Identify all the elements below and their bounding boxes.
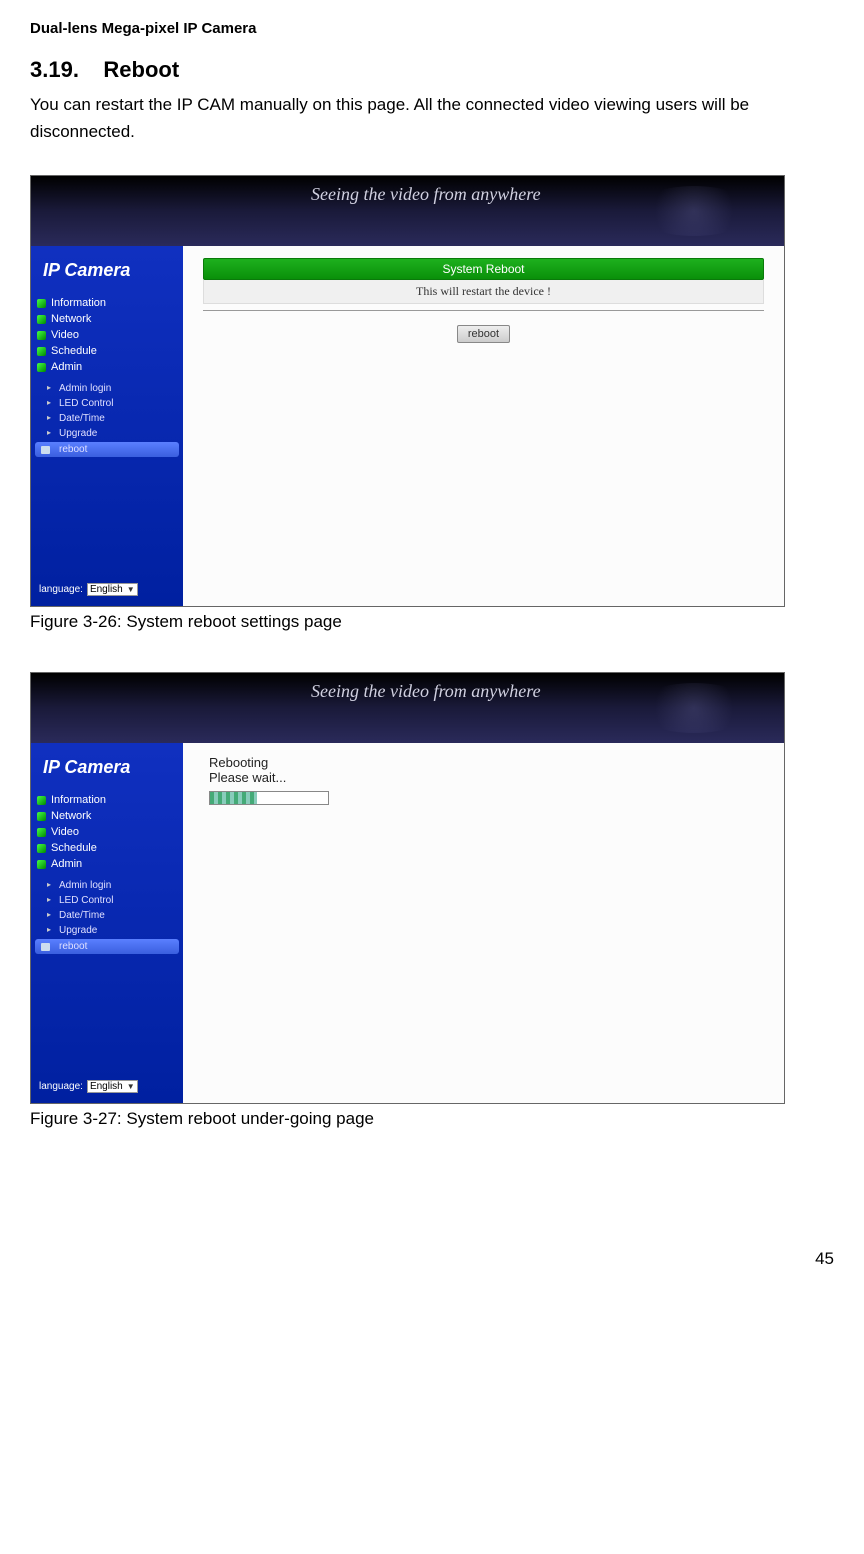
banner-fine-print — [311, 706, 784, 714]
chevron-down-icon: ▼ — [127, 585, 135, 594]
sidebar: IP Camera Information Network Video Sche… — [31, 246, 183, 606]
nav-admin[interactable]: Admin — [31, 856, 183, 872]
section-body: You can restart the IP CAM manually on t… — [30, 91, 834, 145]
nav-datetime[interactable]: Date/Time — [31, 908, 183, 923]
page-header: Dual-lens Mega-pixel IP Camera — [30, 20, 834, 37]
figure1-caption: Figure 3-26: System reboot settings page — [30, 612, 834, 632]
nav-information[interactable]: Information — [31, 295, 183, 311]
nav-upgrade[interactable]: Upgrade — [31, 923, 183, 938]
nav-admin[interactable]: Admin — [31, 359, 183, 375]
reboot-button[interactable]: reboot — [457, 325, 510, 343]
page-number: 45 — [30, 1249, 834, 1269]
nav-datetime[interactable]: Date/Time — [31, 411, 183, 426]
please-wait-label: Please wait... — [203, 770, 764, 785]
language-select[interactable]: English ▼ — [87, 583, 138, 596]
nav-reboot[interactable]: reboot — [35, 442, 179, 457]
logo: IP Camera — [31, 252, 183, 295]
chevron-down-icon: ▼ — [127, 1082, 135, 1091]
nav-led-control[interactable]: LED Control — [31, 396, 183, 411]
banner-tagline: Seeing the video from anywhere — [311, 184, 541, 204]
language-row: language: English ▼ — [39, 1080, 138, 1093]
figure2-caption: Figure 3-27: System reboot under-going p… — [30, 1109, 834, 1129]
nav-schedule[interactable]: Schedule — [31, 343, 183, 359]
nav-video[interactable]: Video — [31, 327, 183, 343]
sidebar: IP Camera Information Network Video Sche… — [31, 743, 183, 1103]
logo: IP Camera — [31, 749, 183, 792]
main-panel: Rebooting Please wait... — [183, 743, 784, 1103]
language-value: English — [90, 1081, 123, 1092]
banner: Seeing the video from anywhere — [31, 673, 784, 743]
language-row: language: English ▼ — [39, 583, 138, 596]
nav-admin-login[interactable]: Admin login — [31, 878, 183, 893]
nav-information[interactable]: Information — [31, 792, 183, 808]
progress-fill — [210, 792, 257, 804]
language-value: English — [90, 584, 123, 595]
nav-network[interactable]: Network — [31, 808, 183, 824]
screenshot-reboot-progress: Seeing the video from anywhere IP Camera… — [30, 672, 785, 1104]
nav-video[interactable]: Video — [31, 824, 183, 840]
nav-reboot[interactable]: reboot — [35, 939, 179, 954]
nav-admin-login[interactable]: Admin login — [31, 381, 183, 396]
banner-tagline: Seeing the video from anywhere — [311, 681, 541, 701]
banner-fine-print — [311, 209, 784, 217]
nav-network[interactable]: Network — [31, 311, 183, 327]
system-reboot-title: System Reboot — [203, 258, 764, 280]
nav-led-control[interactable]: LED Control — [31, 893, 183, 908]
main-panel: System Reboot This will restart the devi… — [183, 246, 784, 606]
nav-upgrade[interactable]: Upgrade — [31, 426, 183, 441]
section-heading: 3.19. Reboot — [30, 57, 834, 83]
rebooting-label: Rebooting — [203, 755, 764, 770]
divider — [203, 310, 764, 311]
language-label: language: — [39, 1081, 83, 1092]
progress-bar — [209, 791, 329, 805]
screenshot-reboot-settings: Seeing the video from anywhere IP Camera… — [30, 175, 785, 607]
banner: Seeing the video from anywhere — [31, 176, 784, 246]
nav-schedule[interactable]: Schedule — [31, 840, 183, 856]
section-title: Reboot — [103, 57, 179, 82]
restart-message: This will restart the device ! — [203, 280, 764, 304]
language-select[interactable]: English ▼ — [87, 1080, 138, 1093]
section-number: 3.19. — [30, 57, 79, 82]
language-label: language: — [39, 584, 83, 595]
